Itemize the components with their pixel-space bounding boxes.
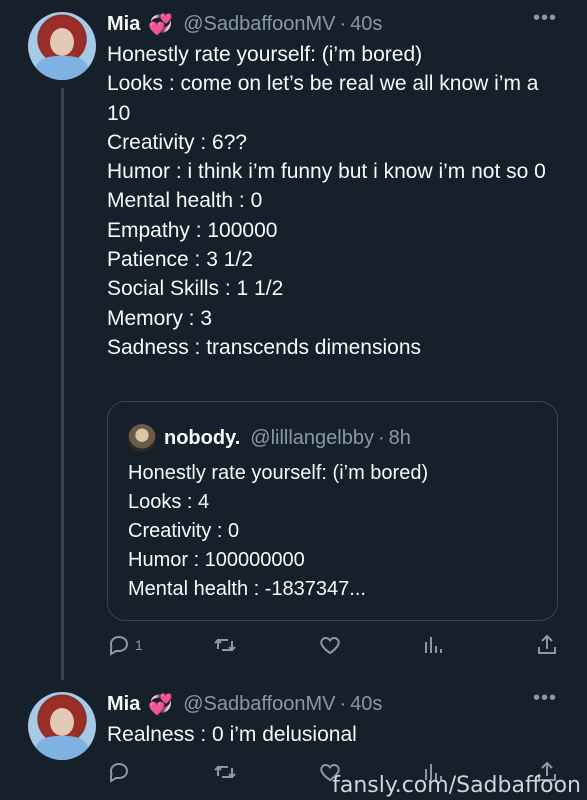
like-icon	[320, 636, 340, 655]
author-name[interactable]: Mia	[107, 13, 140, 36]
more-icon[interactable]: •••	[533, 688, 557, 712]
separator-dot: ·	[339, 12, 347, 35]
retweet-icon	[214, 765, 236, 779]
tweet-line: Creativity : 6??	[107, 130, 248, 154]
avatar-clothing	[36, 56, 88, 80]
quoted-header: nobody. @lilllangelbby · 8h	[164, 423, 411, 453]
tweet-header: Mia 💞 @SadbaffoonMV · 40s	[107, 9, 382, 39]
retweet-button[interactable]	[213, 757, 237, 787]
quoted-avatar[interactable]	[128, 424, 156, 452]
views-icon	[425, 637, 442, 653]
tweet-line: Looks : come on let’s be real we all kno…	[107, 72, 539, 125]
author-handle[interactable]: @SadbaffoonMV	[183, 693, 335, 716]
quoted-author-name[interactable]: nobody.	[164, 427, 240, 450]
views-button[interactable]	[421, 630, 445, 660]
like-button[interactable]	[318, 630, 342, 660]
quoted-line: Mental health : -1837347...	[128, 578, 366, 600]
quoted-line: Looks : 4	[128, 491, 210, 513]
tweet-line: Sadness : transcends dimensions	[107, 335, 422, 359]
retweet-icon	[214, 638, 236, 652]
timestamp[interactable]: 40s	[350, 13, 382, 36]
tweet-line: Patience : 3 1/2	[107, 248, 253, 272]
share-icon	[538, 634, 556, 654]
tweet-actions: 1	[107, 630, 567, 660]
retweet-button[interactable]	[213, 630, 237, 660]
more-icon[interactable]: •••	[533, 8, 557, 32]
tweet-line: Memory : 3	[107, 306, 213, 330]
timestamp[interactable]: 40s	[350, 693, 382, 716]
heart-emoji: 💞	[148, 693, 174, 716]
author-handle[interactable]: @SadbaffoonMV	[183, 13, 335, 36]
heart-emoji: 💞	[148, 13, 174, 36]
tweet-line: Social Skills : 1 1/2	[107, 277, 284, 301]
separator-dot: ·	[339, 692, 347, 715]
reply-button[interactable]	[107, 757, 131, 787]
avatar-face	[50, 708, 74, 736]
quoted-timestamp[interactable]: 8h	[389, 427, 411, 450]
watermark: fansly.com/Sadbaffoon	[332, 773, 581, 798]
tweet-text: Honestly rate yourself: (i’m bored) Look…	[107, 40, 567, 362]
reply-icon	[109, 635, 129, 656]
tweet-line: Humor : i think i’m funny but i know i’m…	[107, 160, 546, 184]
quoted-line: Honestly rate yourself: (i’m bored)	[128, 462, 429, 484]
avatar-face	[50, 28, 74, 56]
thread-line	[61, 88, 64, 680]
tweet-line: Empathy : 100000	[107, 218, 278, 242]
tweet[interactable]: Mia 💞 @SadbaffoonMV · 40s ••• Honestly r…	[0, 0, 587, 680]
tweet-header: Mia 💞 @SadbaffoonMV · 40s	[107, 689, 382, 719]
quoted-line: Creativity : 0	[128, 520, 240, 542]
separator-dot: ·	[377, 426, 385, 449]
reply-button[interactable]: 1	[107, 630, 143, 660]
author-name[interactable]: Mia	[107, 693, 140, 716]
tweet-line: Honestly rate yourself: (i’m bored)	[107, 43, 423, 66]
reply-icon	[109, 762, 129, 783]
reply-count: 1	[135, 637, 143, 653]
quoted-text: Honestly rate yourself: (i’m bored) Look…	[128, 459, 548, 604]
share-button[interactable]	[535, 630, 559, 660]
tweet-line: Mental health : 0	[107, 189, 263, 213]
quoted-line: Humor : 100000000	[128, 549, 305, 571]
quoted-author-handle[interactable]: @lilllangelbby	[250, 427, 374, 450]
avatar[interactable]	[28, 12, 96, 80]
tweet-text: Realness : 0 i’m delusional	[107, 723, 357, 746]
avatar[interactable]	[28, 692, 96, 760]
avatar-clothing	[36, 736, 88, 760]
quoted-tweet[interactable]: nobody. @lilllangelbby · 8h Honestly rat…	[107, 401, 558, 621]
